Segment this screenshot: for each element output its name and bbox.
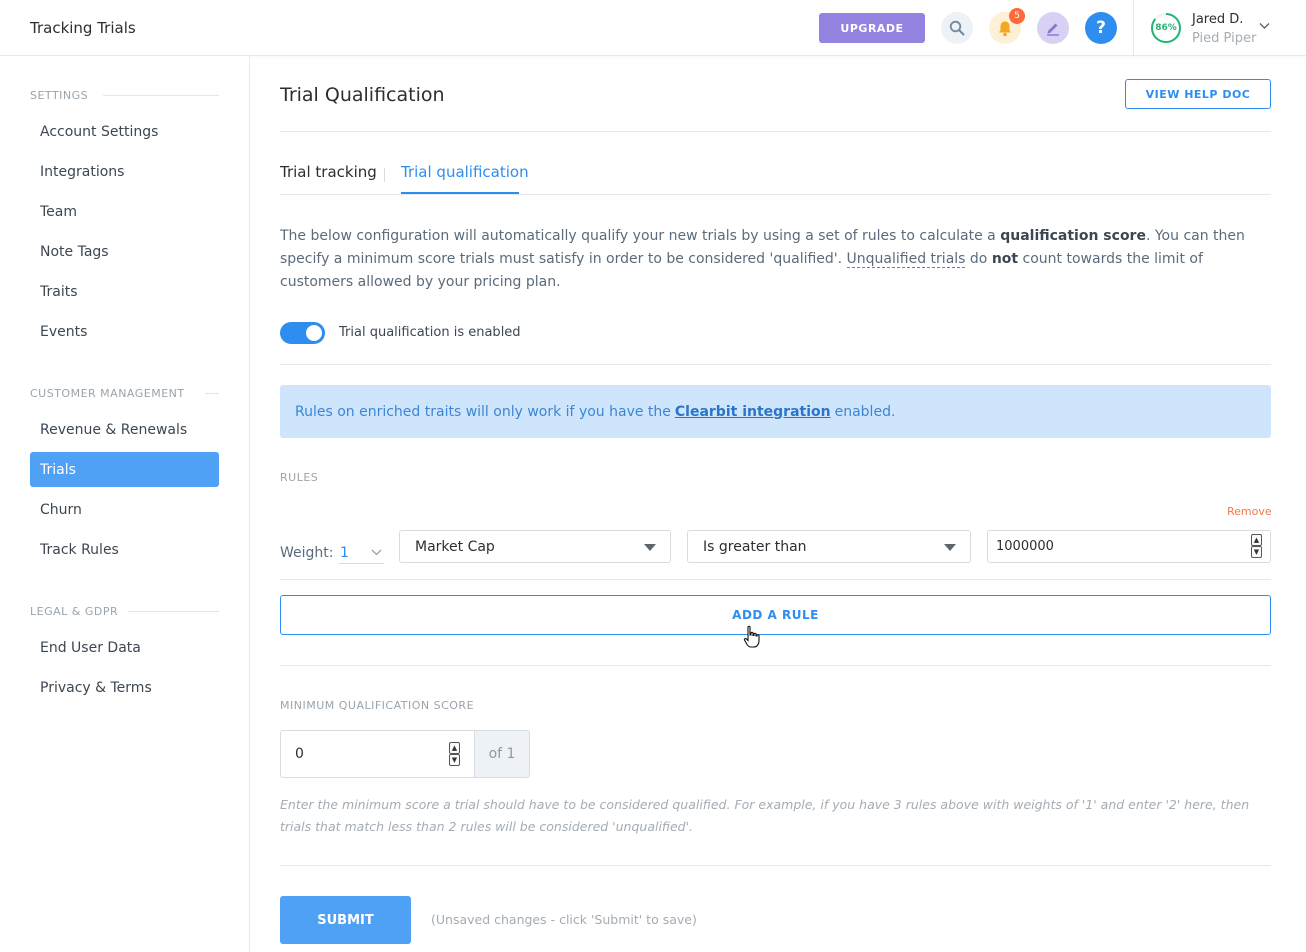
description-bold: not bbox=[991, 251, 1019, 267]
unqualified-trials-tooltip[interactable]: Unqualified trials bbox=[846, 251, 966, 268]
description-text: The below configuration will automatical… bbox=[280, 225, 1260, 294]
bell-icon bbox=[999, 21, 1011, 36]
spinner-down-icon[interactable]: ▼ bbox=[449, 754, 460, 766]
weight-value: 1 bbox=[340, 545, 349, 561]
section-divider bbox=[205, 393, 219, 394]
pencil-icon bbox=[1047, 23, 1059, 36]
sidebar-item-churn[interactable]: Churn bbox=[30, 492, 219, 527]
rules-section-title: RULES bbox=[280, 471, 319, 484]
number-spinner[interactable]: ▲ ▼ bbox=[449, 742, 460, 767]
sidebar-item-account-settings[interactable]: Account Settings bbox=[30, 114, 219, 149]
spinner-up-icon[interactable]: ▲ bbox=[1251, 534, 1262, 546]
operator-select-value: Is greater than bbox=[703, 538, 807, 555]
sidebar-item-note-tags[interactable]: Note Tags bbox=[30, 234, 219, 269]
tab-trial-tracking[interactable]: Trial tracking bbox=[280, 163, 377, 181]
info-text: Rules on enriched traits will only work … bbox=[295, 403, 671, 420]
app-title: Tracking Trials bbox=[30, 19, 136, 37]
min-score-max-addon: of 1 bbox=[475, 730, 530, 778]
sidebar-item-revenue-renewals[interactable]: Revenue & Renewals bbox=[30, 412, 219, 447]
clearbit-integration-link[interactable]: Clearbit integration bbox=[675, 404, 831, 420]
divider bbox=[280, 131, 1271, 132]
submit-button[interactable]: SUBMIT bbox=[280, 896, 411, 944]
help-button[interactable]: ? bbox=[1085, 12, 1117, 44]
rule-value: 1000000 bbox=[996, 539, 1054, 554]
clearbit-info-banner: Rules on enriched traits will only work … bbox=[280, 385, 1271, 438]
sidebar-section-customer-management: CUSTOMER MANAGEMENT bbox=[30, 387, 185, 400]
spinner-up-icon[interactable]: ▲ bbox=[449, 742, 460, 754]
sidebar-item-track-rules[interactable]: Track Rules bbox=[30, 532, 219, 567]
description-bold: qualification score bbox=[1000, 228, 1146, 244]
weight-select[interactable]: 1 bbox=[339, 542, 384, 564]
min-score-value: 0 bbox=[295, 746, 304, 762]
chevron-down-icon[interactable] bbox=[1259, 22, 1270, 30]
sidebar-item-team[interactable]: Team bbox=[30, 194, 219, 229]
description-part: The below configuration will automatical… bbox=[280, 228, 1001, 244]
tabs-divider bbox=[280, 194, 1271, 195]
divider bbox=[280, 579, 1271, 580]
description-part: do bbox=[965, 251, 992, 267]
divider bbox=[280, 665, 1271, 666]
caret-down-icon bbox=[644, 544, 656, 551]
tab-separator bbox=[384, 168, 385, 182]
sidebar-item-integrations[interactable]: Integrations bbox=[30, 154, 219, 189]
toggle-label: Trial qualification is enabled bbox=[339, 325, 521, 340]
weight-label: Weight: bbox=[280, 545, 334, 561]
top-header: Tracking Trials UPGRADE 5 ? 86% Jared D.… bbox=[0, 0, 1306, 56]
trait-select[interactable]: Market Cap bbox=[399, 530, 671, 563]
divider bbox=[280, 865, 1271, 866]
sidebar-item-trials[interactable]: Trials bbox=[30, 452, 219, 487]
add-rule-button[interactable]: ADD A RULE bbox=[280, 595, 1271, 635]
caret-down-icon bbox=[944, 544, 956, 551]
qualification-toggle[interactable] bbox=[280, 322, 325, 344]
divider bbox=[280, 364, 1271, 365]
tab-trial-qualification[interactable]: Trial qualification bbox=[401, 163, 529, 181]
section-divider bbox=[103, 95, 219, 96]
notification-badge: 5 bbox=[1009, 8, 1025, 24]
sidebar-item-events[interactable]: Events bbox=[30, 314, 219, 349]
user-org[interactable]: Pied Piper bbox=[1192, 31, 1256, 46]
unsaved-changes-text: (Unsaved changes - click 'Submit' to sav… bbox=[431, 912, 697, 927]
sidebar-section-settings: SETTINGS bbox=[30, 89, 89, 102]
view-help-doc-button[interactable]: VIEW HELP DOC bbox=[1125, 79, 1271, 109]
min-score-input[interactable]: 0 ▲ ▼ bbox=[280, 730, 475, 778]
section-divider bbox=[128, 611, 219, 612]
sidebar-item-end-user-data[interactable]: End User Data bbox=[30, 630, 219, 665]
trait-select-value: Market Cap bbox=[415, 538, 495, 555]
operator-select[interactable]: Is greater than bbox=[687, 530, 971, 563]
page-title: Trial Qualification bbox=[280, 84, 445, 106]
sidebar-section-legal-gdpr: LEGAL & GDPR bbox=[30, 605, 119, 618]
hand-cursor-icon bbox=[743, 625, 760, 648]
search-icon bbox=[949, 20, 965, 36]
chevron-down-icon bbox=[371, 549, 382, 556]
upgrade-button[interactable]: UPGRADE bbox=[819, 13, 925, 43]
sidebar-item-traits[interactable]: Traits bbox=[30, 274, 219, 309]
progress-percent: 86% bbox=[1155, 23, 1177, 33]
rule-value-input[interactable]: 1000000 ▲ ▼ bbox=[987, 530, 1271, 563]
remove-rule-link[interactable]: Remove bbox=[1227, 505, 1272, 518]
info-text: enabled. bbox=[834, 403, 896, 420]
min-score-section-title: MINIMUM QUALIFICATION SCORE bbox=[280, 699, 475, 712]
number-spinner[interactable]: ▲ ▼ bbox=[1251, 534, 1262, 559]
spinner-down-icon[interactable]: ▼ bbox=[1251, 546, 1262, 558]
search-button[interactable] bbox=[941, 12, 973, 44]
edit-button[interactable] bbox=[1037, 12, 1069, 44]
toggle-knob bbox=[306, 325, 322, 341]
min-score-help-text: Enter the minimum score a trial should h… bbox=[280, 797, 1250, 834]
sidebar-item-privacy-terms[interactable]: Privacy & Terms bbox=[30, 670, 219, 705]
user-name[interactable]: Jared D. bbox=[1192, 12, 1243, 27]
header-divider bbox=[1133, 0, 1134, 56]
